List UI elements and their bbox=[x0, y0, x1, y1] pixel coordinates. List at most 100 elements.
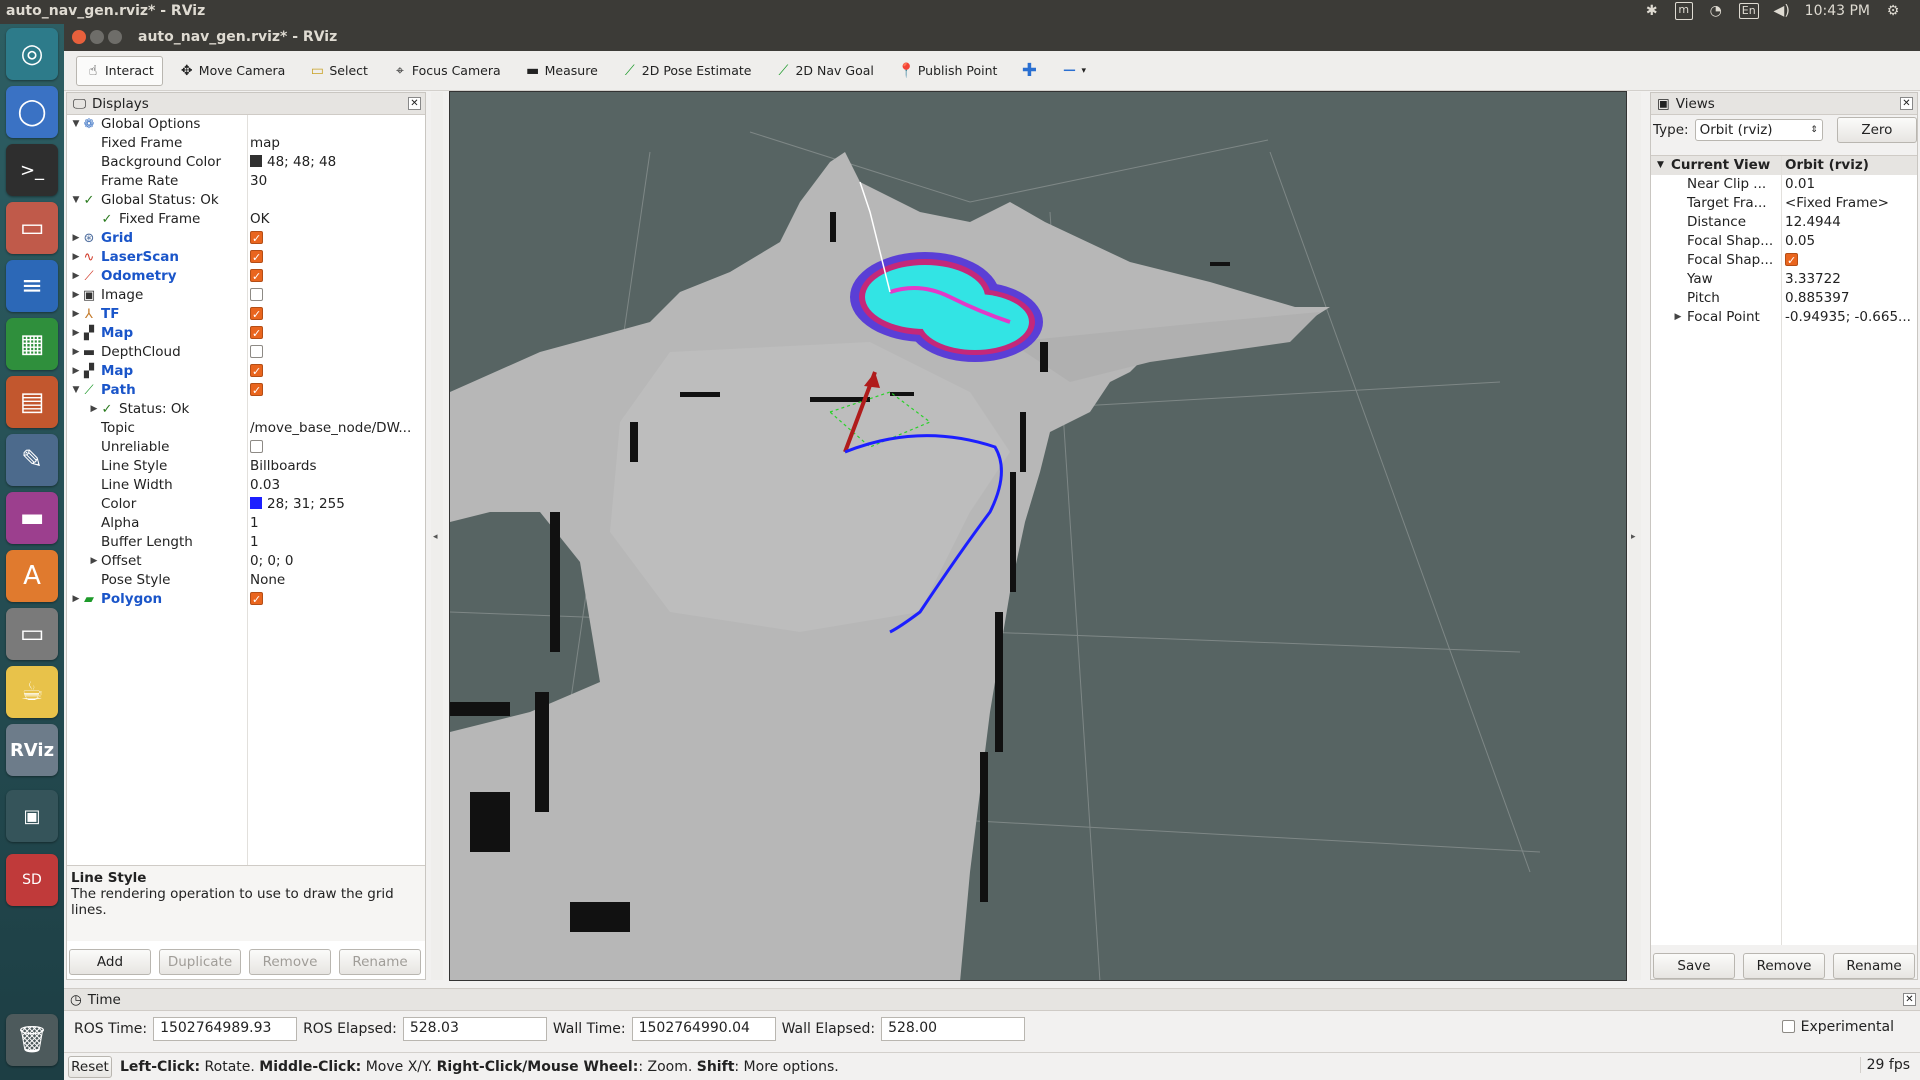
view-property-row[interactable]: Focal Shap... 0.05 bbox=[1651, 232, 1917, 251]
row-value[interactable]: Billboards bbox=[250, 457, 317, 476]
row-checkbox[interactable] bbox=[250, 267, 263, 286]
view-property-value[interactable]: 0.05 bbox=[1785, 232, 1815, 251]
row-checkbox[interactable] bbox=[250, 381, 263, 400]
terminal-icon[interactable]: >_ bbox=[6, 144, 58, 196]
view-property-value[interactable]: 3.33722 bbox=[1785, 270, 1841, 289]
chromium-icon[interactable]: ◯ bbox=[6, 86, 58, 138]
tool-measure[interactable]: ▬ Measure bbox=[517, 56, 606, 86]
tree-row-global-status[interactable]: ▼ ✓ Global Status: Ok bbox=[67, 191, 425, 210]
ubuntu-dash-icon[interactable]: ◎ bbox=[6, 28, 58, 80]
ros-time-field[interactable]: 1502764989.93 bbox=[153, 1017, 298, 1041]
tool-move-camera[interactable]: ✥ Move Camera bbox=[171, 56, 294, 86]
wifi-icon[interactable]: ◔ bbox=[1707, 2, 1725, 20]
row-checkbox[interactable] bbox=[250, 324, 263, 343]
expand-arrow-icon[interactable]: ▶ bbox=[71, 267, 81, 286]
row-value[interactable]: 48; 48; 48 bbox=[250, 153, 336, 172]
view-property-row[interactable]: Near Clip ... 0.01 bbox=[1651, 175, 1917, 194]
rename-display-button[interactable]: Rename bbox=[339, 949, 421, 975]
view-property-row[interactable]: ▶ Focal Point -0.94935; -0.665... bbox=[1651, 308, 1917, 327]
collapse-left-icon[interactable]: ◂ bbox=[433, 532, 438, 542]
teapot-icon[interactable]: ☕ bbox=[6, 666, 58, 718]
tree-row-global-options[interactable]: ▼ ❁ Global Options bbox=[67, 115, 425, 134]
experimental-checkbox[interactable] bbox=[1781, 1019, 1795, 1033]
tree-row-path-color[interactable]: Color 28; 31; 255 bbox=[67, 495, 425, 514]
expand-arrow-icon[interactable]: ▶ bbox=[71, 248, 81, 267]
rviz-icon[interactable]: RViz bbox=[6, 724, 58, 776]
expand-arrow-icon[interactable]: ▶ bbox=[71, 324, 81, 343]
close-icon[interactable]: ✕ bbox=[1903, 993, 1916, 1006]
calc-icon[interactable]: ▦ bbox=[6, 318, 58, 370]
row-value[interactable]: 0; 0; 0 bbox=[250, 552, 293, 571]
expand-arrow-icon[interactable]: ▼ bbox=[71, 381, 81, 400]
view-property-row[interactable]: Pitch 0.885397 bbox=[1651, 289, 1917, 308]
tool-publish-point[interactable]: 📍 Publish Point bbox=[890, 56, 1006, 86]
tree-row-frame-rate[interactable]: Frame Rate 30 bbox=[67, 172, 425, 191]
keyboard-layout-icon[interactable]: m bbox=[1674, 2, 1693, 20]
software-center-icon[interactable]: A bbox=[6, 550, 58, 602]
row-checkbox[interactable] bbox=[250, 343, 263, 362]
tree-row-path-line-style[interactable]: Line Style Billboards bbox=[67, 457, 425, 476]
row-checkbox[interactable] bbox=[250, 248, 263, 267]
view-property-row[interactable]: Focal Shap... bbox=[1651, 251, 1917, 270]
view-property-checkbox[interactable] bbox=[1785, 251, 1798, 270]
tree-row-path-topic[interactable]: Topic/move_base_node/DW... bbox=[67, 419, 425, 438]
tool-select[interactable]: ▭ Select bbox=[301, 56, 376, 86]
tree-row-path-status[interactable]: ▶ ✓ Status: Ok bbox=[67, 400, 425, 419]
media-icon[interactable]: ▬ bbox=[6, 492, 58, 544]
row-value[interactable]: 0.03 bbox=[250, 476, 280, 495]
trash-icon[interactable]: 🗑 bbox=[6, 1014, 58, 1066]
reset-button[interactable]: Reset bbox=[68, 1055, 112, 1078]
tree-row-map-display-1[interactable]: ▶ ▞ Map bbox=[67, 324, 425, 343]
right-splitter[interactable]: ▸ bbox=[1629, 92, 1641, 980]
left-splitter[interactable]: ◂ bbox=[431, 92, 443, 980]
row-checkbox[interactable] bbox=[250, 305, 263, 324]
settings-gear-icon[interactable]: ⚙ bbox=[1884, 2, 1902, 20]
3d-render-view[interactable] bbox=[449, 91, 1627, 981]
tree-row-path-buffer-length[interactable]: Buffer Length 1 bbox=[67, 533, 425, 552]
minimize-window-button[interactable] bbox=[90, 30, 104, 44]
tree-row-path-display[interactable]: ▼ ⟋ Path bbox=[67, 381, 425, 400]
bluetooth-icon[interactable]: ✱ bbox=[1643, 2, 1661, 20]
sd-card-icon[interactable]: SD bbox=[6, 854, 58, 906]
impress-icon[interactable]: ▤ bbox=[6, 376, 58, 428]
row-value[interactable]: 1 bbox=[250, 514, 259, 533]
experimental-option[interactable]: Experimental bbox=[1781, 1019, 1894, 1035]
view-property-row[interactable]: Yaw 3.33722 bbox=[1651, 270, 1917, 289]
view-property-value[interactable]: -0.94935; -0.665... bbox=[1785, 308, 1911, 327]
close-window-button[interactable] bbox=[72, 30, 86, 44]
expand-arrow-icon[interactable]: ▶ bbox=[1673, 308, 1683, 327]
tree-row-laserscan-display[interactable]: ▶ ∿ LaserScan bbox=[67, 248, 425, 267]
expand-arrow-icon[interactable]: ▼ bbox=[1657, 156, 1664, 175]
close-icon[interactable]: ✕ bbox=[408, 97, 421, 110]
volume-icon[interactable]: ◀) bbox=[1773, 2, 1791, 20]
files-icon[interactable]: ▭ bbox=[6, 202, 58, 254]
row-checkbox[interactable] bbox=[250, 286, 263, 305]
tree-row-image-display[interactable]: ▶ ▣ Image bbox=[67, 286, 425, 305]
add-button[interactable]: Add bbox=[69, 949, 151, 975]
writer-icon[interactable]: ≡ bbox=[6, 260, 58, 312]
remove-tool-button[interactable]: − ▾ bbox=[1053, 56, 1094, 86]
tool-interact[interactable]: ☝ Interact bbox=[76, 55, 163, 86]
current-view-header[interactable]: ▼ Current View Orbit (rviz) bbox=[1651, 156, 1917, 175]
row-checkbox[interactable] bbox=[250, 229, 263, 248]
wall-elapsed-field[interactable]: 528.00 bbox=[881, 1017, 1026, 1041]
row-value[interactable]: map bbox=[250, 134, 280, 153]
tree-row-path-alpha[interactable]: Alpha 1 bbox=[67, 514, 425, 533]
tree-row-polygon-display[interactable]: ▶ ▰ Polygon bbox=[67, 590, 425, 609]
remove-view-button[interactable]: Remove bbox=[1743, 953, 1825, 979]
system-settings-icon[interactable]: ✎ bbox=[6, 434, 58, 486]
view-property-value[interactable]: 12.4944 bbox=[1785, 213, 1841, 232]
tree-row-grid-display[interactable]: ▶ ⊛ Grid bbox=[67, 229, 425, 248]
expand-arrow-icon[interactable]: ▶ bbox=[71, 362, 81, 381]
row-value[interactable]: OK bbox=[250, 210, 269, 229]
color-swatch[interactable] bbox=[250, 155, 262, 167]
row-value[interactable]: /move_base_node/DW... bbox=[250, 419, 411, 438]
expand-arrow-icon[interactable]: ▶ bbox=[89, 400, 99, 419]
tool-2d-pose-estimate[interactable]: ⟋ 2D Pose Estimate bbox=[614, 56, 760, 86]
tree-row-path-unreliable[interactable]: Unreliable bbox=[67, 438, 425, 457]
tree-row-odometry-display[interactable]: ▶ ⟋ Odometry bbox=[67, 267, 425, 286]
row-value[interactable]: None bbox=[250, 571, 285, 590]
drive-icon[interactable]: ▭ bbox=[6, 608, 58, 660]
row-checkbox[interactable] bbox=[250, 438, 263, 457]
ros-elapsed-field[interactable]: 528.03 bbox=[402, 1017, 547, 1041]
